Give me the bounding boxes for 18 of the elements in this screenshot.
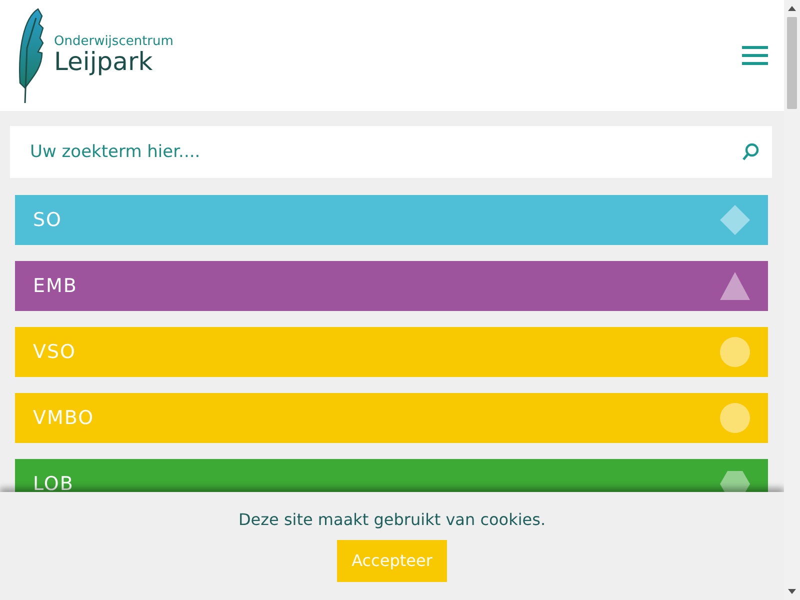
- category-bar[interactable]: EMB: [15, 261, 768, 311]
- scroll-up-icon[interactable]: [788, 6, 796, 11]
- diamond-icon: [720, 205, 750, 235]
- feather-logo-icon: [16, 8, 46, 104]
- circle-icon: [720, 403, 750, 433]
- logo-subtitle: Onderwijscentrum: [54, 35, 174, 48]
- search-field[interactable]: Uw zoekterm hier....: [10, 126, 772, 178]
- accept-button[interactable]: Accepteer: [336, 540, 448, 582]
- category-bar[interactable]: VMBO: [15, 393, 768, 443]
- scrollbar-thumb[interactable]: [787, 17, 797, 109]
- logo-title: Leijpark: [54, 48, 153, 76]
- circle-icon: [720, 337, 750, 367]
- scroll-down-icon[interactable]: [788, 589, 796, 594]
- triangle-icon: [720, 271, 750, 301]
- cookie-message: Deze site maakt gebruikt van cookies.: [238, 509, 546, 531]
- category-bar[interactable]: SO: [15, 195, 768, 245]
- search-icon[interactable]: [742, 143, 759, 161]
- category-bar[interactable]: VSO: [15, 327, 768, 377]
